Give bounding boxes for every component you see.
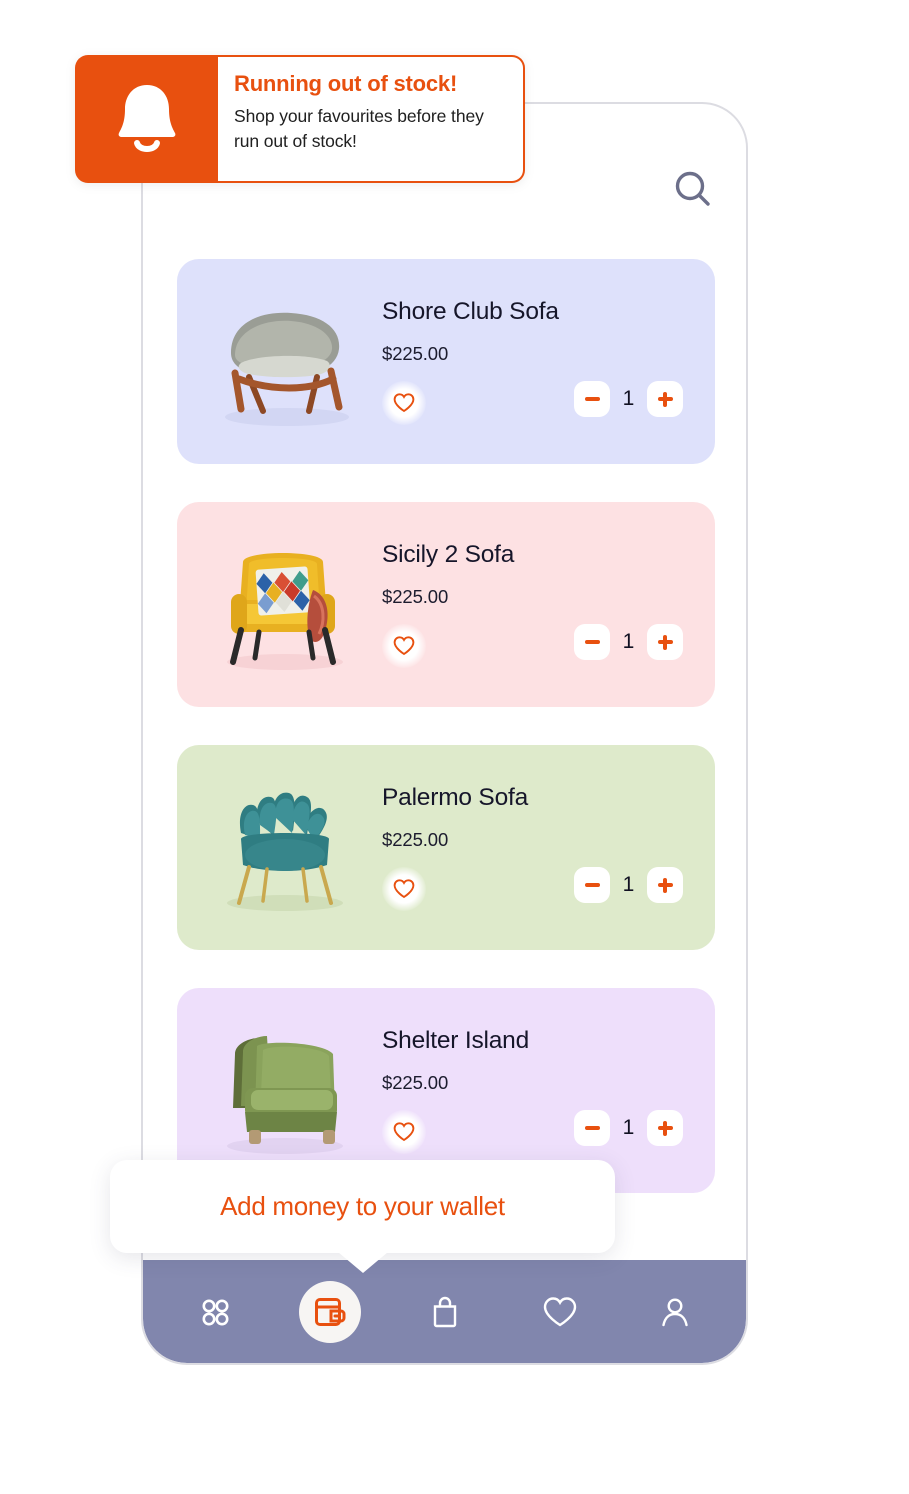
wallet-icon (314, 1297, 345, 1326)
heart-icon (393, 636, 415, 656)
increment-button[interactable] (647, 867, 683, 903)
plus-icon (657, 877, 673, 893)
product-card[interactable]: Shore Club Sofa $225.00 1 (177, 259, 715, 464)
quantity-value: 1 (622, 873, 635, 896)
product-price: $225.00 (382, 1071, 449, 1093)
minus-icon (584, 883, 600, 887)
favorite-button[interactable] (382, 867, 426, 911)
product-price: $225.00 (382, 585, 449, 607)
plus-icon (657, 1120, 673, 1136)
minus-icon (584, 1126, 600, 1130)
decrement-button[interactable] (574, 624, 610, 660)
product-card[interactable]: Sicily 2 Sofa $225.00 1 (177, 502, 715, 707)
product-info: Shore Club Sofa $225.00 (382, 298, 697, 365)
quantity-stepper: 1 (574, 624, 683, 660)
heart-icon (393, 879, 415, 899)
banner-text-area: Running out of stock! Shop your favourit… (218, 55, 525, 183)
product-controls: 1 (382, 1110, 697, 1156)
product-list: Shore Club Sofa $225.00 1 Sicily 2 Sofa … (177, 259, 715, 1231)
decrement-button[interactable] (574, 867, 610, 903)
banner-title: Running out of stock! (234, 71, 458, 96)
nav-item-wallet[interactable] (298, 1280, 361, 1343)
product-image-shelter-island (205, 1020, 365, 1162)
nav-item-favorites[interactable] (529, 1281, 591, 1343)
product-info: Palermo Sofa $225.00 (382, 784, 697, 851)
stock-notification-banner[interactable]: Running out of stock! Shop your favourit… (75, 55, 525, 183)
heart-icon (393, 393, 415, 413)
product-title: Shore Club Sofa (382, 298, 559, 325)
decrement-button[interactable] (574, 1110, 610, 1146)
wallet-tooltip[interactable]: Add money to your wallet (110, 1160, 615, 1273)
heart-icon (543, 1296, 576, 1326)
decrement-button[interactable] (574, 381, 610, 417)
heart-icon (393, 1122, 415, 1142)
quantity-value: 1 (622, 1116, 635, 1139)
product-controls: 1 (382, 624, 697, 670)
nav-item-grid[interactable] (184, 1281, 246, 1343)
increment-button[interactable] (647, 381, 683, 417)
search-icon[interactable] (671, 167, 715, 211)
banner-icon-area (75, 55, 218, 183)
quantity-stepper: 1 (574, 867, 683, 903)
favorite-button[interactable] (382, 1110, 426, 1154)
increment-button[interactable] (647, 624, 683, 660)
product-controls: 1 (382, 867, 697, 913)
product-title: Sicily 2 Sofa (382, 541, 515, 568)
product-controls: 1 (382, 381, 697, 427)
bottom-navigation-bar (143, 1260, 746, 1363)
quantity-value: 1 (622, 387, 635, 410)
minus-icon (584, 397, 600, 401)
favorite-button[interactable] (382, 381, 426, 425)
quantity-stepper: 1 (574, 1110, 683, 1146)
person-icon (661, 1297, 688, 1326)
increment-button[interactable] (647, 1110, 683, 1146)
minus-icon (584, 640, 600, 644)
nav-item-profile[interactable] (644, 1281, 706, 1343)
favorite-button[interactable] (382, 624, 426, 668)
product-price: $225.00 (382, 828, 449, 850)
plus-icon (657, 634, 673, 650)
product-image-palermo-sofa (205, 777, 365, 919)
shopping-bag-icon (433, 1296, 456, 1327)
quantity-value: 1 (622, 630, 635, 653)
product-image-sicily-2-sofa (205, 534, 365, 676)
banner-subtitle: Shop your favourites before they run out… (234, 106, 484, 151)
product-title: Shelter Island (382, 1027, 530, 1054)
product-price: $225.00 (382, 342, 449, 364)
wallet-tooltip-label: Add money to your wallet (220, 1191, 505, 1221)
product-image-shore-club-sofa (205, 291, 365, 433)
product-info: Shelter Island $225.00 (382, 1027, 697, 1094)
product-title: Palermo Sofa (382, 784, 529, 811)
grid-icon (202, 1299, 228, 1325)
plus-icon (657, 391, 673, 407)
tooltip-arrow (337, 1252, 388, 1273)
quantity-stepper: 1 (574, 381, 683, 417)
product-card[interactable]: Palermo Sofa $225.00 1 (177, 745, 715, 950)
product-info: Sicily 2 Sofa $225.00 (382, 541, 697, 608)
bell-icon (118, 85, 175, 152)
nav-item-bag[interactable] (414, 1281, 476, 1343)
